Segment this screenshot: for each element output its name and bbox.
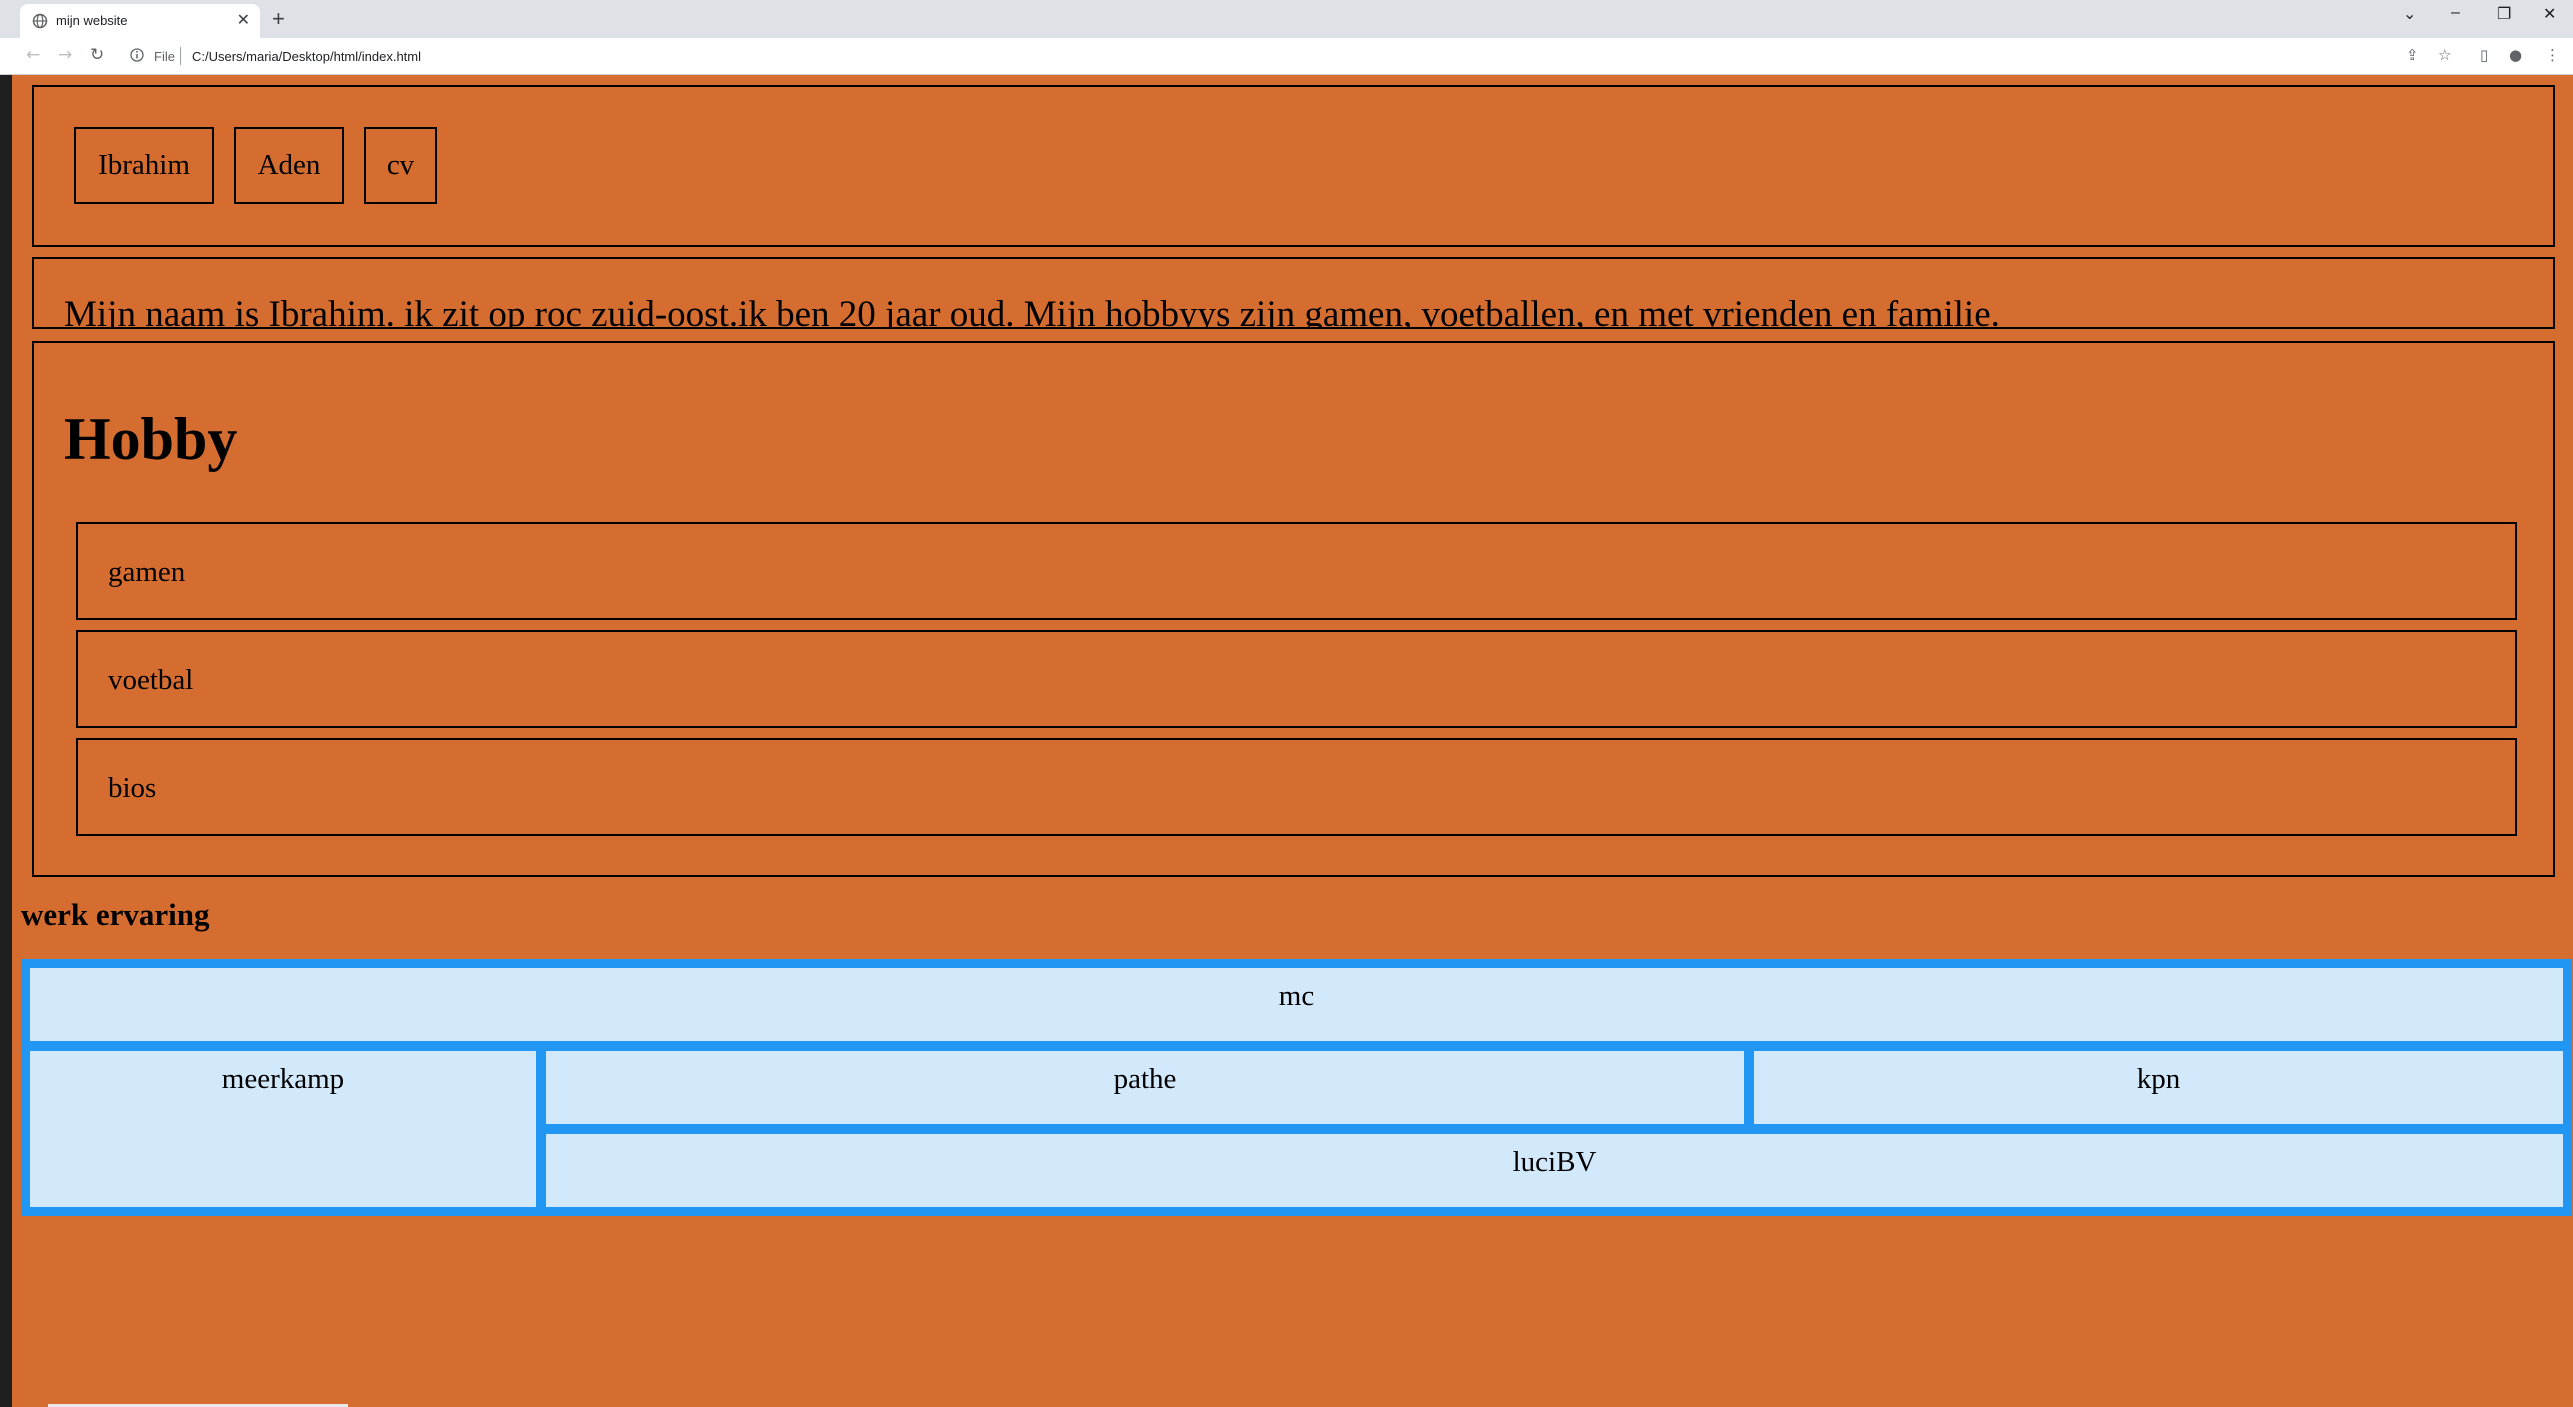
nav-button-ibrahim[interactable]: Ibrahim	[74, 127, 214, 204]
nav-button-aden[interactable]: Aden	[234, 127, 344, 204]
tab-search-icon[interactable]: ⌄	[2403, 4, 2416, 24]
werk-cell-pathe: pathe	[546, 1051, 1744, 1124]
hobby-section: Hobby gamen voetbal bios	[32, 341, 2555, 877]
minimize-button[interactable]: –	[2451, 4, 2460, 22]
new-tab-button[interactable]: +	[272, 6, 285, 32]
address-divider	[180, 47, 181, 65]
tab-strip: mijn website ✕ + ⌄ – ❐ ✕	[0, 0, 2573, 38]
hobby-item-label: gamen	[108, 556, 186, 588]
address-scheme: File	[154, 49, 175, 64]
globe-icon	[32, 13, 48, 29]
menu-icon[interactable]: ⋮	[2545, 46, 2560, 64]
hobby-item-label: bios	[108, 772, 157, 804]
restore-button[interactable]: ❐	[2497, 4, 2511, 24]
reload-button[interactable]: ↻	[90, 45, 104, 65]
browser-chrome: mijn website ✕ + ⌄ – ❐ ✕ ← → ↻ File C:/U…	[0, 0, 2573, 75]
nav-button-cv[interactable]: cv	[364, 127, 437, 204]
hobby-item: gamen	[76, 522, 2517, 620]
bookmark-star-icon[interactable]: ☆	[2438, 46, 2451, 64]
browser-toolbar: ← → ↻ File C:/Users/maria/Desktop/html/i…	[0, 38, 2573, 75]
hobby-heading: Hobby	[64, 406, 238, 472]
werk-cell-label: pathe	[1113, 1063, 1177, 1095]
hobby-item-label: voetbal	[108, 664, 194, 696]
werk-cell-label: mc	[1278, 980, 1315, 1012]
tab-title: mijn website	[56, 13, 128, 28]
page-viewport: Ibrahim Aden cv Mijn naam is Ibrahim. ik…	[12, 75, 2573, 1407]
hobby-item: voetbal	[76, 630, 2517, 728]
tab-close-icon[interactable]: ✕	[237, 10, 250, 30]
werk-cell-meerkamp: meerkamp	[30, 1051, 536, 1207]
hobby-item: bios	[76, 738, 2517, 836]
nav-section: Ibrahim Aden cv	[32, 85, 2555, 247]
address-url[interactable]: C:/Users/maria/Desktop/html/index.html	[192, 49, 421, 64]
info-icon[interactable]	[130, 48, 144, 62]
intro-section: Mijn naam is Ibrahim. ik zit op roc zuid…	[32, 257, 2555, 329]
browser-tab[interactable]: mijn website ✕	[20, 4, 260, 38]
werk-cell-label: meerkamp	[221, 1063, 345, 1095]
address-bar[interactable]: File C:/Users/maria/Desktop/html/index.h…	[124, 42, 2384, 70]
werk-heading: werk ervaring	[21, 897, 210, 932]
werk-cell-kpn: kpn	[1754, 1051, 2563, 1124]
werk-cell-label: luciBV	[1512, 1146, 1597, 1178]
intro-text: Mijn naam is Ibrahim. ik zit op roc zuid…	[64, 294, 2000, 329]
werk-grid: mc meerkamp pathe kpn luciBV	[21, 959, 2572, 1216]
werk-cell-label: kpn	[2136, 1063, 2181, 1095]
side-panel-icon[interactable]: ▯	[2480, 46, 2488, 64]
share-icon[interactable]: ⇪	[2406, 46, 2419, 64]
back-button[interactable]: ←	[26, 45, 40, 65]
forward-button[interactable]: →	[58, 45, 72, 65]
werk-cell-lucibv: luciBV	[546, 1134, 2563, 1207]
close-window-button[interactable]: ✕	[2543, 4, 2556, 24]
werk-cell-mc: mc	[30, 968, 2563, 1041]
profile-icon[interactable]: ●	[2509, 46, 2522, 64]
